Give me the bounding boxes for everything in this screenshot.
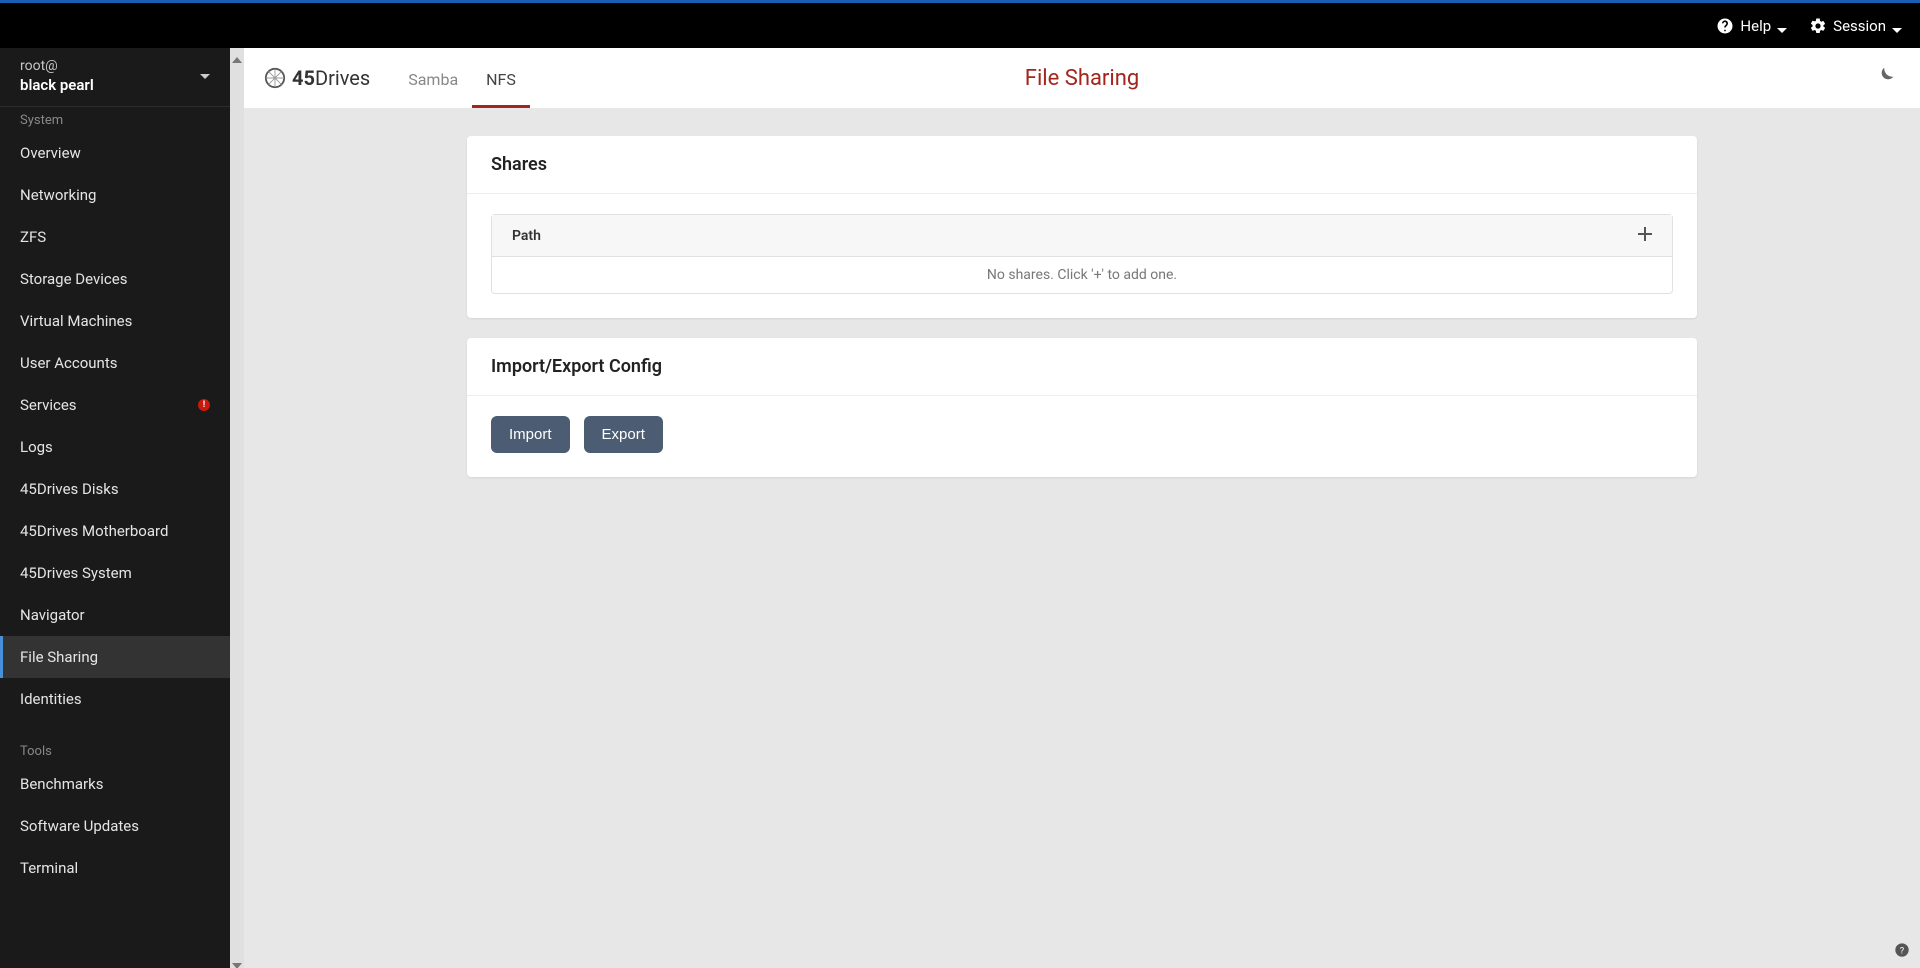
brand-suffix: Drives: [315, 66, 370, 90]
sidebar-item-user-accounts[interactable]: User Accounts: [0, 342, 230, 384]
import-export-heading: Import/Export Config: [467, 338, 1697, 396]
topbar: Help Session: [0, 0, 1920, 48]
tabs: Samba NFS: [394, 48, 530, 108]
content-area: 45Drives Samba NFS File Sharing Shares P…: [244, 48, 1920, 968]
shares-empty-message: No shares. Click '+' to add one.: [492, 257, 1672, 293]
scroll-down-icon: [232, 961, 242, 968]
sidebar-item-label: Navigator: [20, 606, 85, 624]
sidebar-item-45drives-motherboard[interactable]: 45Drives Motherboard: [0, 510, 230, 552]
content-header: 45Drives Samba NFS File Sharing: [244, 48, 1920, 108]
sidebar-item-label: Virtual Machines: [20, 312, 132, 330]
import-button[interactable]: Import: [491, 416, 570, 453]
sidebar-user: root@: [20, 58, 94, 74]
sidebar-item-terminal[interactable]: Terminal: [0, 847, 230, 889]
plus-icon: [1638, 227, 1652, 241]
sidebar-item-label: Logs: [20, 438, 53, 456]
shares-heading: Shares: [467, 136, 1697, 194]
sidebar-item-label: Terminal: [20, 859, 78, 877]
brand-prefix: 45: [292, 66, 315, 90]
sidebar-item-virtual-machines[interactable]: Virtual Machines: [0, 300, 230, 342]
session-label: Session: [1833, 17, 1886, 35]
help-icon: [1716, 17, 1734, 35]
sidebar-item-label: Overview: [20, 144, 81, 162]
sidebar-item-label: ZFS: [20, 228, 46, 246]
sidebar-item-label: 45Drives System: [20, 564, 132, 582]
sidebar-item-logs[interactable]: Logs: [0, 426, 230, 468]
sidebar-item-storage-devices[interactable]: Storage Devices: [0, 258, 230, 300]
sidebar-item-45drives-disks[interactable]: 45Drives Disks: [0, 468, 230, 510]
sidebar-item-identities[interactable]: Identities: [0, 678, 230, 720]
sidebar-section-tools: Tools: [0, 738, 230, 763]
sidebar-host: black pearl: [20, 76, 94, 94]
scroll-up-icon: [232, 55, 242, 65]
sidebar-item-label: Storage Devices: [20, 270, 127, 288]
sidebar-item-label: Networking: [20, 186, 96, 204]
tab-samba[interactable]: Samba: [394, 70, 472, 108]
shares-table: Path No shares. Click '+' to add one.: [491, 214, 1673, 294]
caret-down-icon: [1892, 26, 1902, 36]
moon-icon: [1874, 65, 1896, 87]
sidebar-item-networking[interactable]: Networking: [0, 174, 230, 216]
import-export-card: Import/Export Config Import Export: [467, 338, 1697, 477]
shares-card: Shares Path No shares. Click '+' to add …: [467, 136, 1697, 318]
sidebar-section-system: System: [0, 107, 230, 132]
sidebar-item-label: Benchmarks: [20, 775, 103, 793]
sidebar-item-services[interactable]: Services: [0, 384, 230, 426]
sidebar-item-label: Services: [20, 396, 77, 414]
sidebar-item-file-sharing[interactable]: File Sharing: [0, 636, 230, 678]
sidebar-item-zfs[interactable]: ZFS: [0, 216, 230, 258]
brand-logo: 45Drives: [264, 66, 370, 90]
add-share-button[interactable]: [1638, 225, 1652, 246]
sidebar-item-45drives-system[interactable]: 45Drives System: [0, 552, 230, 594]
sidebar-item-software-updates[interactable]: Software Updates: [0, 805, 230, 847]
sidebar-item-label: User Accounts: [20, 354, 117, 372]
session-menu[interactable]: Session: [1809, 17, 1900, 35]
sidebar-scrollbar[interactable]: [230, 48, 244, 968]
page-help-button[interactable]: ?: [1894, 942, 1910, 962]
sidebar-item-benchmarks[interactable]: Benchmarks: [0, 763, 230, 805]
help-label: Help: [1740, 17, 1771, 35]
sidebar-item-overview[interactable]: Overview: [0, 132, 230, 174]
caret-down-icon: [1777, 26, 1787, 36]
help-icon: ?: [1894, 942, 1910, 958]
export-button[interactable]: Export: [584, 416, 663, 453]
sidebar-item-label: 45Drives Disks: [20, 480, 119, 498]
sidebar-item-navigator[interactable]: Navigator: [0, 594, 230, 636]
dark-mode-toggle[interactable]: [1874, 65, 1896, 91]
caret-down-icon: [200, 72, 210, 82]
sidebar: root@ black pearl System Overview Networ…: [0, 48, 230, 968]
gear-icon: [1809, 17, 1827, 35]
help-menu[interactable]: Help: [1716, 17, 1785, 35]
sidebar-item-label: 45Drives Motherboard: [20, 522, 168, 540]
alert-badge-icon: [198, 399, 210, 411]
page-title: File Sharing: [1025, 66, 1139, 91]
sidebar-item-label: File Sharing: [20, 648, 98, 666]
compass-icon: [264, 67, 286, 89]
svg-text:?: ?: [1900, 945, 1905, 956]
sidebar-item-label: Identities: [20, 690, 82, 708]
tab-nfs[interactable]: NFS: [472, 70, 530, 108]
sidebar-item-label: Software Updates: [20, 817, 139, 835]
host-selector[interactable]: root@ black pearl: [0, 48, 230, 107]
column-path: Path: [512, 228, 541, 244]
